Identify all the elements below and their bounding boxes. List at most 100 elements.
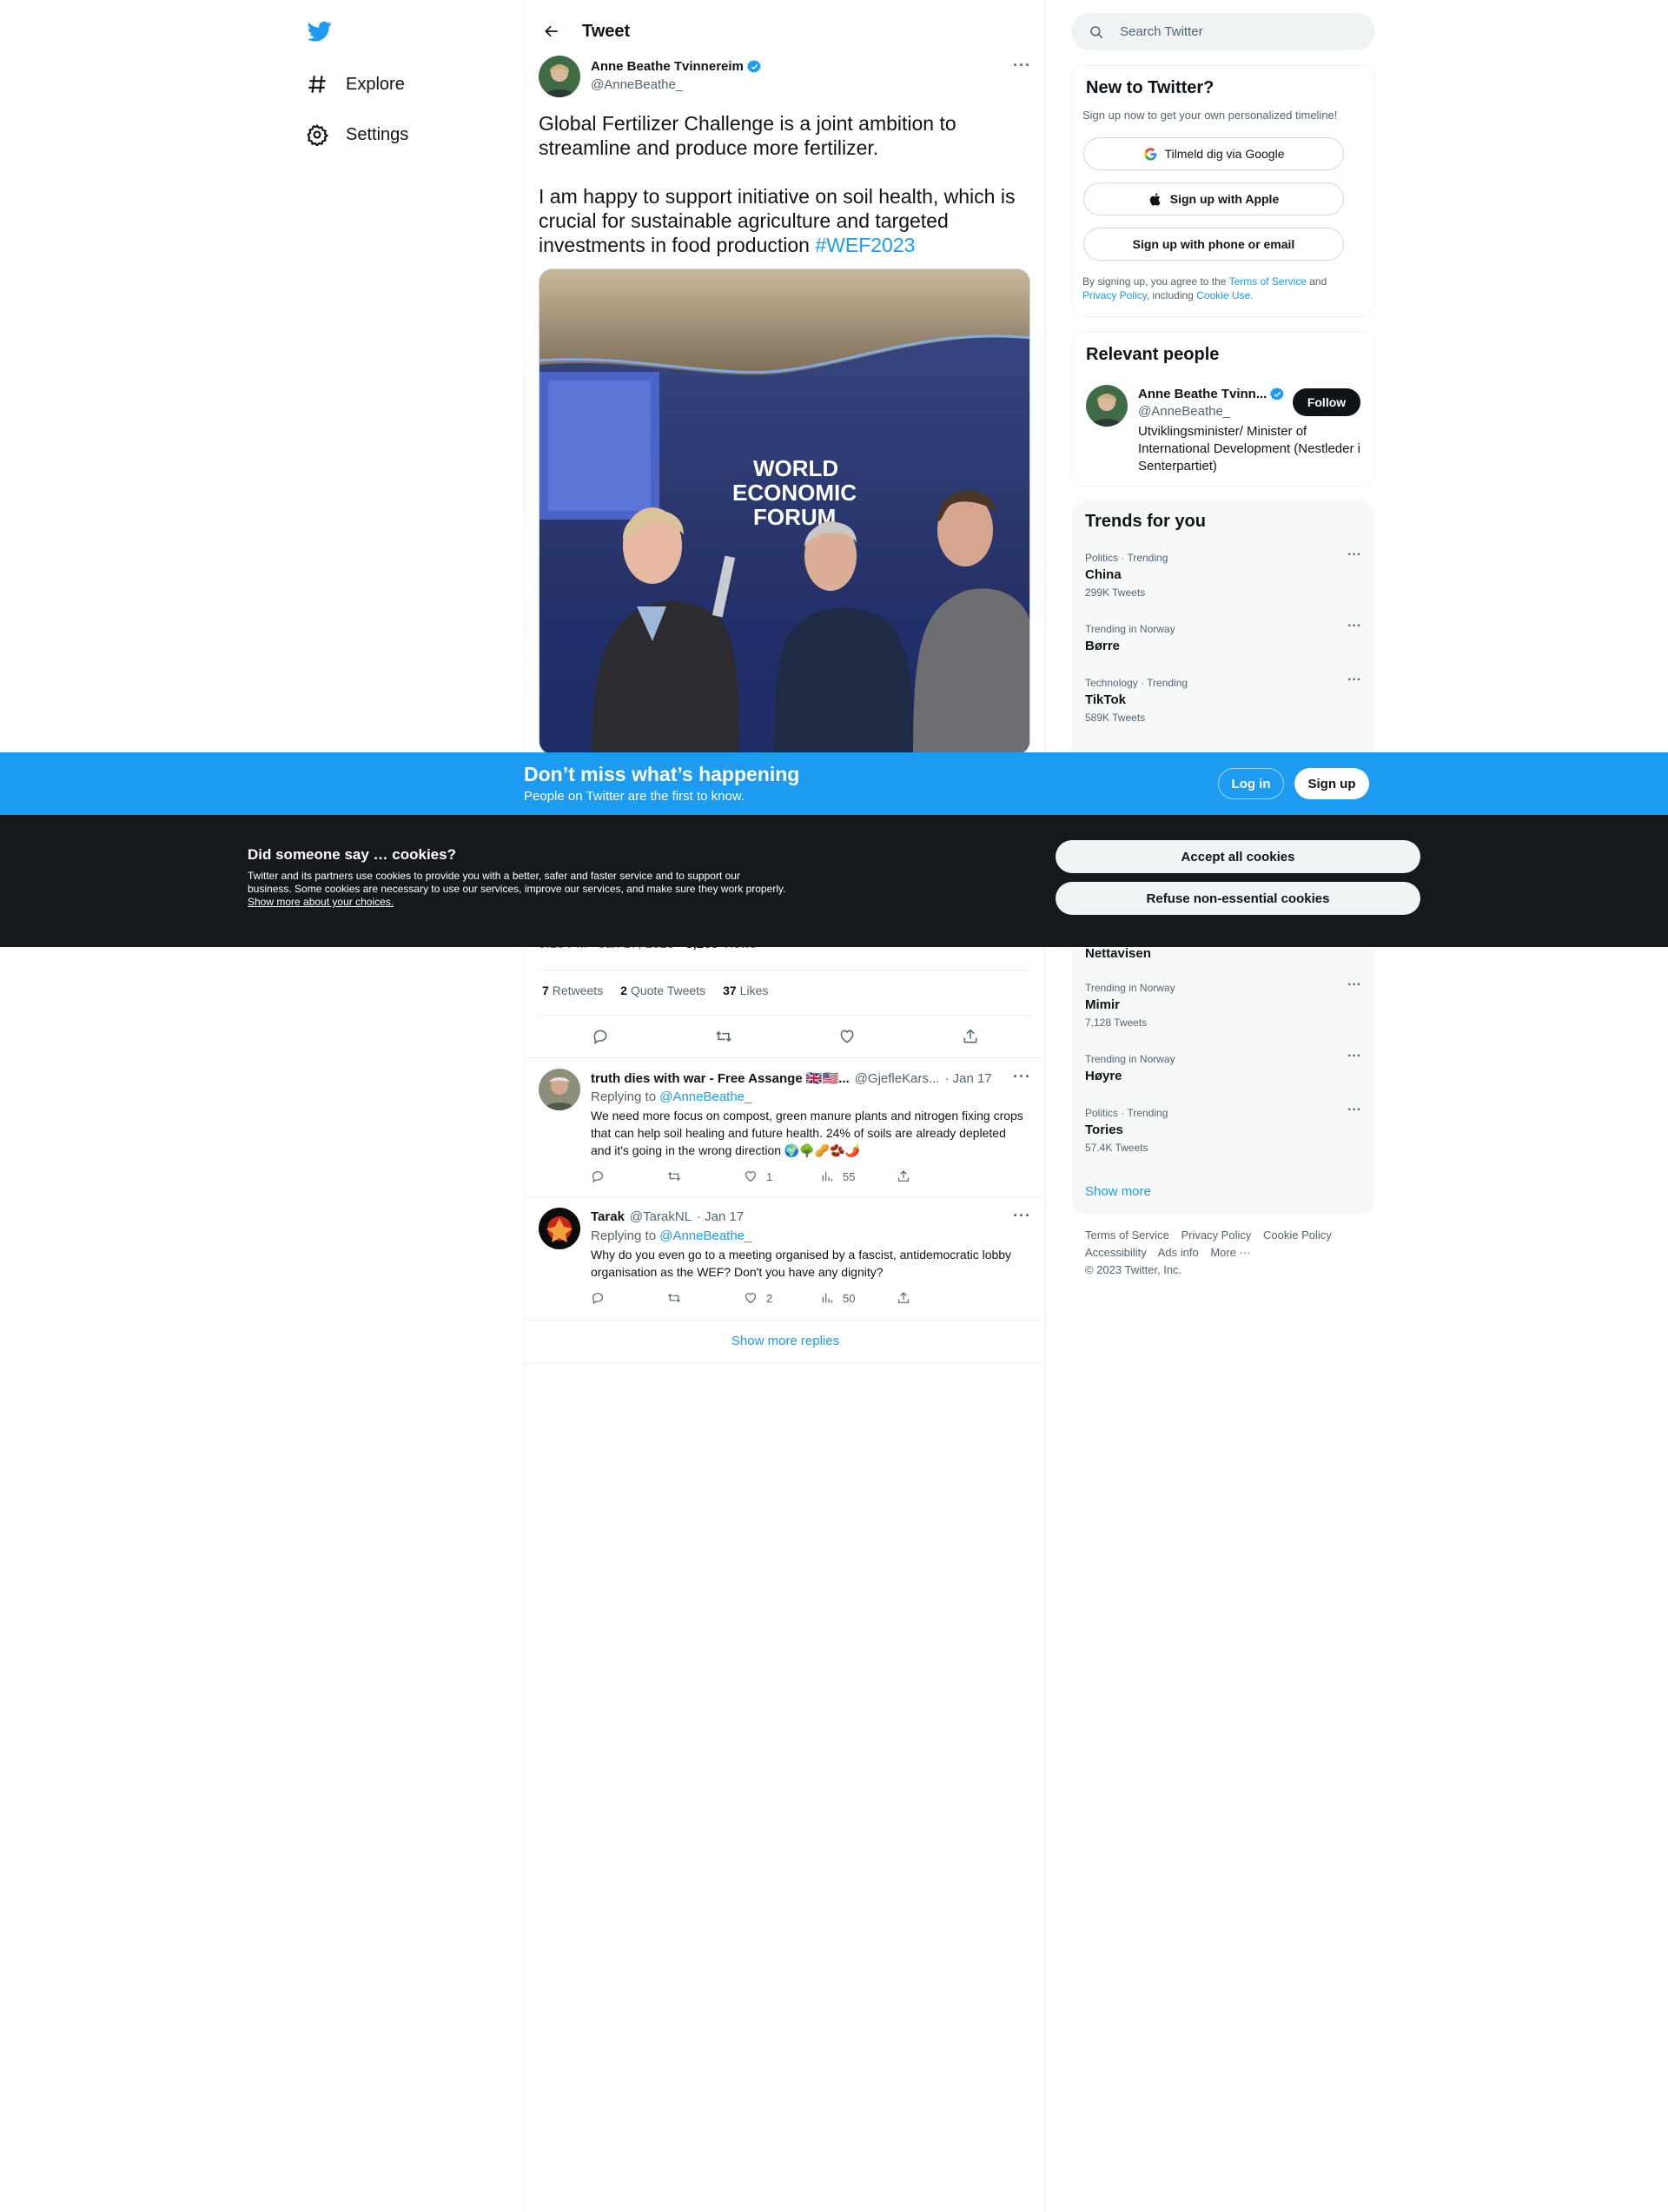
trend-name: Nettavisen <box>1085 946 1151 961</box>
signup-button[interactable]: Sign up <box>1294 768 1369 799</box>
reply-text: Why do you even go to a meeting organise… <box>591 1248 1012 1279</box>
search-box[interactable] <box>1071 13 1375 50</box>
like-button[interactable] <box>832 1022 862 1051</box>
share-button[interactable] <box>956 1022 985 1051</box>
trend-item[interactable]: Technology · Trending TikTok 589K Tweets… <box>1085 673 1363 725</box>
views-button[interactable]: 55 <box>820 1169 897 1183</box>
author-handle[interactable]: @AnneBeathe_ <box>591 77 683 92</box>
card-subtitle: Sign up now to get your own personalized… <box>1082 109 1338 122</box>
reply-author-name[interactable]: Tarak <box>591 1209 625 1224</box>
nav-settings[interactable]: Settings <box>306 117 408 152</box>
more-icon[interactable]: ··· <box>1346 1050 1363 1070</box>
likes-stat[interactable]: 37 Likes <box>723 983 768 997</box>
follow-button[interactable]: Follow <box>1293 388 1360 416</box>
reply-author-handle[interactable]: @GjefleKars... <box>855 1071 940 1086</box>
more-icon[interactable]: ··· <box>1346 619 1363 640</box>
like-button[interactable]: 1 <box>744 1169 820 1183</box>
footer-cookie-link[interactable]: Cookie Policy <box>1263 1229 1332 1242</box>
show-more-replies-link[interactable]: Show more replies <box>525 1320 1046 1363</box>
footer-accessibility-link[interactable]: Accessibility <box>1085 1246 1147 1259</box>
show-more-trends-link[interactable]: Show more <box>1085 1184 1151 1199</box>
replying-to-link[interactable]: @AnneBeathe_ <box>659 1089 751 1104</box>
refuse-cookies-button[interactable]: Refuse non-essential cookies <box>1056 882 1420 915</box>
share-icon <box>898 1170 909 1182</box>
phone-email-signup-button[interactable]: Sign up with phone or email <box>1083 228 1344 261</box>
share-icon <box>898 1292 909 1303</box>
like-count: 2 <box>766 1291 773 1305</box>
trend-item[interactable]: Trending in Norway Børre ··· <box>1085 619 1363 654</box>
share-button[interactable] <box>897 1169 973 1183</box>
retweet-button[interactable] <box>667 1291 744 1305</box>
like-button[interactable]: 2 <box>744 1291 820 1305</box>
person-handle[interactable]: @AnneBeathe_ <box>1138 404 1230 419</box>
google-signup-button[interactable]: Tilmeld dig via Google <box>1083 137 1344 170</box>
footer-more-link[interactable]: More ··· <box>1210 1246 1250 1259</box>
more-icon[interactable]: ··· <box>1013 57 1030 78</box>
more-icon[interactable]: ··· <box>1346 1103 1363 1124</box>
reply-date[interactable]: · Jan 17 <box>944 1071 991 1086</box>
reply-tweet[interactable]: truth dies with war - Free Assange 🇬🇧🇺🇸.… <box>525 1057 1046 1196</box>
hashtag-link[interactable]: #WEF2023 <box>815 234 915 256</box>
reply-author-handle[interactable]: @TarakNL <box>630 1209 692 1224</box>
login-button[interactable]: Log in <box>1218 768 1284 799</box>
share-button[interactable] <box>897 1291 973 1305</box>
tweet-body: Global Fertilizer Challenge is a joint a… <box>539 112 1016 256</box>
tweet-text: Global Fertilizer Challenge is a joint a… <box>539 111 1034 257</box>
trend-context: Trending in Norway <box>1085 623 1175 635</box>
reply-text: We need more focus on compost, green man… <box>591 1109 1023 1157</box>
card-title: Trends for you <box>1085 512 1206 531</box>
like-icon <box>745 1171 756 1182</box>
reply-button[interactable] <box>591 1169 667 1183</box>
privacy-link[interactable]: Privacy Policy <box>1082 289 1147 301</box>
reply-author-name[interactable]: truth dies with war - Free Assange 🇬🇧🇺🇸.… <box>591 1070 850 1086</box>
reply-date[interactable]: · Jan 17 <box>697 1209 744 1224</box>
retweet-button[interactable] <box>709 1022 738 1051</box>
twitter-bird-icon[interactable] <box>306 19 334 43</box>
more-icon[interactable]: ··· <box>1013 1069 1030 1089</box>
trend-item[interactable]: Trending in Norway Mimir 7,128 Tweets ··… <box>1085 978 1363 1030</box>
person-name[interactable]: Anne Beathe Tvinn... <box>1138 387 1285 401</box>
tweet-author: Anne Beathe Tvinnereim @AnneBeathe_ ··· <box>539 56 1034 99</box>
quotes-stat[interactable]: 2 Quote Tweets <box>620 983 705 997</box>
accept-cookies-button[interactable]: Accept all cookies <box>1056 840 1420 873</box>
terms-link[interactable]: Terms of Service <box>1229 275 1307 288</box>
retweet-icon <box>667 1294 681 1302</box>
trend-item[interactable]: Politics · Trending Tories 57.4K Tweets … <box>1085 1103 1363 1155</box>
more-icon[interactable]: ··· <box>1346 673 1363 694</box>
avatar[interactable] <box>539 1208 580 1249</box>
footer-privacy-link[interactable]: Privacy Policy <box>1181 1229 1251 1242</box>
signup-terms: By signing up, you agree to the Terms of… <box>1082 275 1360 302</box>
search-input[interactable] <box>1120 24 1346 39</box>
retweets-stat[interactable]: 7 Retweets <box>542 983 603 997</box>
trend-item[interactable]: Politics · Trending China 299K Tweets ··… <box>1085 548 1363 599</box>
cookie-choices-link[interactable]: Show more about your choices. <box>248 896 394 908</box>
reply-button[interactable] <box>591 1291 667 1305</box>
views-button[interactable]: 50 <box>820 1291 897 1305</box>
quotes-count: 2 <box>620 983 627 997</box>
footer-tos-link[interactable]: Terms of Service <box>1085 1229 1169 1242</box>
nav-explore[interactable]: Explore <box>306 67 405 102</box>
author-name[interactable]: Anne Beathe Tvinnereim <box>591 59 762 74</box>
views-icon <box>822 1293 832 1303</box>
avatar[interactable] <box>539 56 580 97</box>
replying-prefix: Replying to <box>591 1089 660 1104</box>
google-signup-label: Tilmeld dig via Google <box>1164 147 1285 161</box>
back-button[interactable] <box>537 17 566 46</box>
trend-name: China <box>1085 567 1122 582</box>
replying-to-link[interactable]: @AnneBeathe_ <box>659 1229 751 1243</box>
tweet-photo[interactable]: WORLD ECONOMIC FORUM <box>539 268 1030 755</box>
quotes-label: Quote Tweets <box>630 983 706 997</box>
more-icon[interactable]: ··· <box>1346 978 1363 999</box>
views-icon <box>822 1171 832 1182</box>
trend-item[interactable]: Trending in Norway Høyre ··· <box>1085 1050 1363 1084</box>
more-icon[interactable]: ··· <box>1013 1208 1030 1229</box>
retweet-button[interactable] <box>667 1169 744 1183</box>
apple-signup-button[interactable]: Sign up with Apple <box>1083 182 1344 215</box>
avatar[interactable] <box>539 1069 580 1110</box>
reply-button[interactable] <box>586 1022 615 1051</box>
cookie-use-link[interactable]: Cookie Use. <box>1196 289 1253 301</box>
footer-ads-link[interactable]: Ads info <box>1158 1246 1199 1259</box>
reply-tweet[interactable]: Tarak @TarakNL · Jan 17 ··· Replying to … <box>525 1196 1046 1320</box>
more-icon[interactable]: ··· <box>1346 548 1363 569</box>
avatar[interactable] <box>1086 385 1128 427</box>
